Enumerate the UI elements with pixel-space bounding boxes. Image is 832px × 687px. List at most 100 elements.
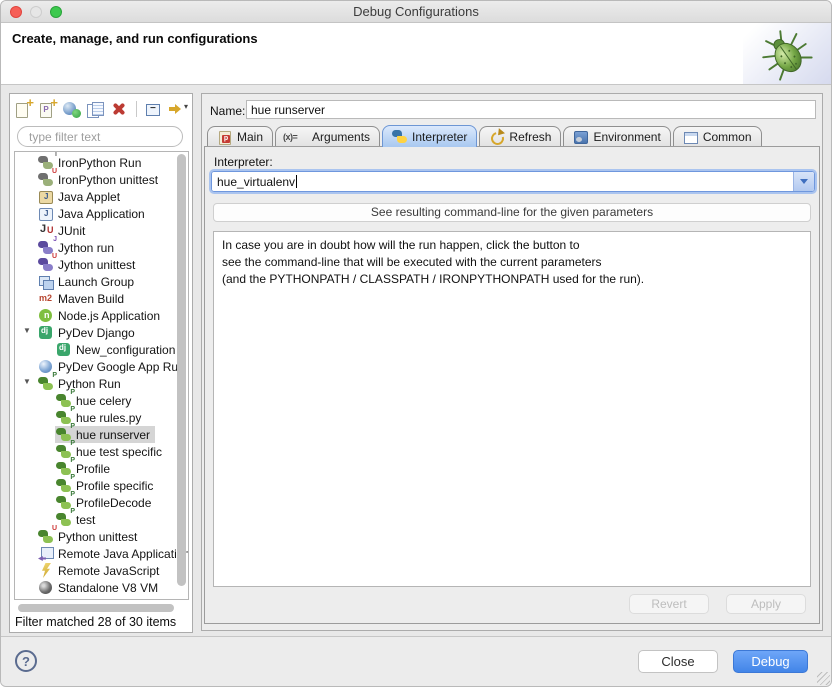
name-label: Name: (210, 104, 245, 118)
tree-item-pydev-google-app-run[interactable]: PyDev Google App Run (15, 358, 175, 375)
tab-label: Common (703, 130, 752, 144)
new-launch-configuration-button[interactable] (13, 100, 34, 118)
tab-common[interactable]: Common (673, 126, 762, 147)
bug-banner (743, 23, 831, 84)
tab-label: Environment (593, 130, 660, 144)
tree-item-maven-build[interactable]: Maven Build (15, 290, 175, 307)
tree-item-label: Java Applet (58, 190, 120, 204)
tree-item-label: Jython unittest (58, 258, 135, 272)
filter-input[interactable] (17, 126, 183, 147)
debug-configurations-dialog: Debug Configurations Create, manage, and… (0, 0, 832, 687)
tree-item-icon (38, 206, 54, 221)
tree-item-label: Profile specific (76, 479, 153, 493)
tree-item-jython-unittest[interactable]: U Jython unittest (15, 256, 175, 273)
tree-item-hue-test-specific[interactable]: P hue test specific (15, 443, 175, 460)
tree-item-java-applet[interactable]: Java Applet (15, 188, 175, 205)
expand-arrow-icon[interactable] (23, 377, 34, 386)
tree-item-python-run[interactable]: P Python Run (15, 375, 175, 392)
tree-item-label: Maven Build (58, 292, 124, 306)
tree-item-pydev-django[interactable]: PyDev Django (15, 324, 175, 341)
tab-bar: Main Arguments Interpreter Refresh Envir… (207, 124, 764, 147)
tab-label: Main (237, 130, 263, 144)
tree-item-test[interactable]: P test (15, 511, 175, 528)
revert-button[interactable]: Revert (629, 594, 709, 614)
tree-item-profiledecode[interactable]: P ProfileDecode (15, 494, 175, 511)
tree-item-label: IronPython Run (58, 156, 141, 170)
debug-button[interactable]: Debug (733, 650, 808, 673)
apply-button[interactable]: Apply (726, 594, 806, 614)
tree-item-label: hue celery (76, 394, 131, 408)
tree-item-icon (38, 580, 54, 595)
new-launch-prototype-button[interactable] (37, 100, 58, 118)
filter-launch-configurations-button[interactable] (167, 100, 188, 118)
tree-item-launch-group[interactable]: Launch Group (15, 273, 175, 290)
tab-content: Interpreter: hue_virtualenv See resultin… (204, 146, 820, 624)
help-button[interactable]: ? (15, 650, 37, 672)
close-window-button[interactable] (10, 6, 22, 18)
window-title: Debug Configurations (353, 4, 479, 19)
expand-arrow-icon[interactable] (23, 326, 34, 335)
tree-item-label: hue rules.py (76, 411, 141, 425)
tree-horizontal-scrollbar[interactable] (18, 604, 174, 612)
tree-item-java-application[interactable]: Java Application (15, 205, 175, 222)
tree-item-python-unittest[interactable]: U Python unittest (15, 528, 175, 545)
tree-item-icon (38, 308, 54, 323)
collapse-all-button[interactable] (143, 100, 164, 118)
configurations-panel: I IronPython Run U IronPython unittest J… (9, 93, 193, 633)
tree-item-profile[interactable]: P Profile (15, 460, 175, 477)
tab-label: Refresh (509, 130, 551, 144)
tree-item-remote-java-application[interactable]: Remote Java Application (15, 545, 175, 562)
toolbar-divider[interactable] (136, 101, 137, 117)
see-command-line-button[interactable]: See resulting command-line for the given… (213, 203, 811, 222)
tree-item-label: hue test specific (76, 445, 162, 459)
dialog-footer: ? Close Debug (1, 636, 831, 686)
tab-interpreter[interactable]: Interpreter (382, 125, 477, 147)
tree-item-icon (38, 291, 54, 306)
tab-icon (285, 130, 307, 144)
tree-item-jython-run[interactable]: J Jython run (15, 239, 175, 256)
tab-environment[interactable]: Environment (563, 126, 670, 147)
interpreter-combobox[interactable]: hue_virtualenv (211, 171, 815, 192)
tree-item-label: Standalone V8 VM (58, 581, 158, 595)
tree-item-ironpython-unittest[interactable]: U IronPython unittest (15, 171, 175, 188)
configurations-treebox: I IronPython Run U IronPython unittest J… (14, 151, 189, 600)
tree-item-hue-runserver[interactable]: P hue runserver (15, 426, 175, 443)
tree-item-icon (38, 546, 54, 561)
tree-item-label: hue runserver (76, 428, 150, 442)
export-launch-configurations-button[interactable] (61, 100, 82, 118)
tab-main[interactable]: Main (207, 126, 273, 147)
close-button[interactable]: Close (638, 650, 718, 673)
tree-item-label: test (76, 513, 95, 527)
configurations-toolbar (13, 97, 188, 121)
tree-item-standalone-v8-vm[interactable]: Standalone V8 VM (15, 579, 175, 596)
tree-item-hue-rules-py[interactable]: P hue rules.py (15, 409, 175, 426)
zoom-window-button[interactable] (50, 6, 62, 18)
tree-item-hue-celery[interactable]: P hue celery (15, 392, 175, 409)
minimize-window-button[interactable] (30, 6, 42, 18)
combobox-dropdown-button[interactable] (793, 172, 814, 191)
tab-icon (489, 130, 504, 144)
traffic-lights (10, 6, 62, 18)
tree-item-ironpython-run[interactable]: I IronPython Run (15, 154, 175, 171)
tree-item-label: Jython run (58, 241, 114, 255)
interpreter-value: hue_virtualenv (217, 175, 295, 189)
tree-item-new-configuration[interactable]: New_configuration (15, 341, 175, 358)
tab-label: Arguments (312, 130, 370, 144)
tab-icon (683, 130, 698, 144)
resize-grip[interactable] (817, 672, 830, 685)
tree-vertical-scrollbar[interactable] (177, 154, 186, 586)
tree-item-profile-specific[interactable]: P Profile specific (15, 477, 175, 494)
tree-item-icon: U (38, 529, 54, 544)
tab-refresh[interactable]: Refresh (479, 126, 561, 147)
name-input[interactable] (246, 100, 816, 119)
delete-button[interactable] (109, 100, 130, 118)
bug-icon (760, 27, 814, 81)
tree-item-nodejs-application[interactable]: Node.js Application (15, 307, 175, 324)
tree-item-junit[interactable]: JUnit (15, 222, 175, 239)
tree-item-label: PyDev Django (58, 326, 135, 340)
tab-icon (217, 130, 232, 144)
tree-item-icon: P (56, 512, 72, 527)
tree-item-remote-javascript[interactable]: Remote JavaScript (15, 562, 175, 579)
tab-arguments[interactable]: Arguments (275, 126, 380, 147)
duplicate-button[interactable] (85, 100, 106, 118)
